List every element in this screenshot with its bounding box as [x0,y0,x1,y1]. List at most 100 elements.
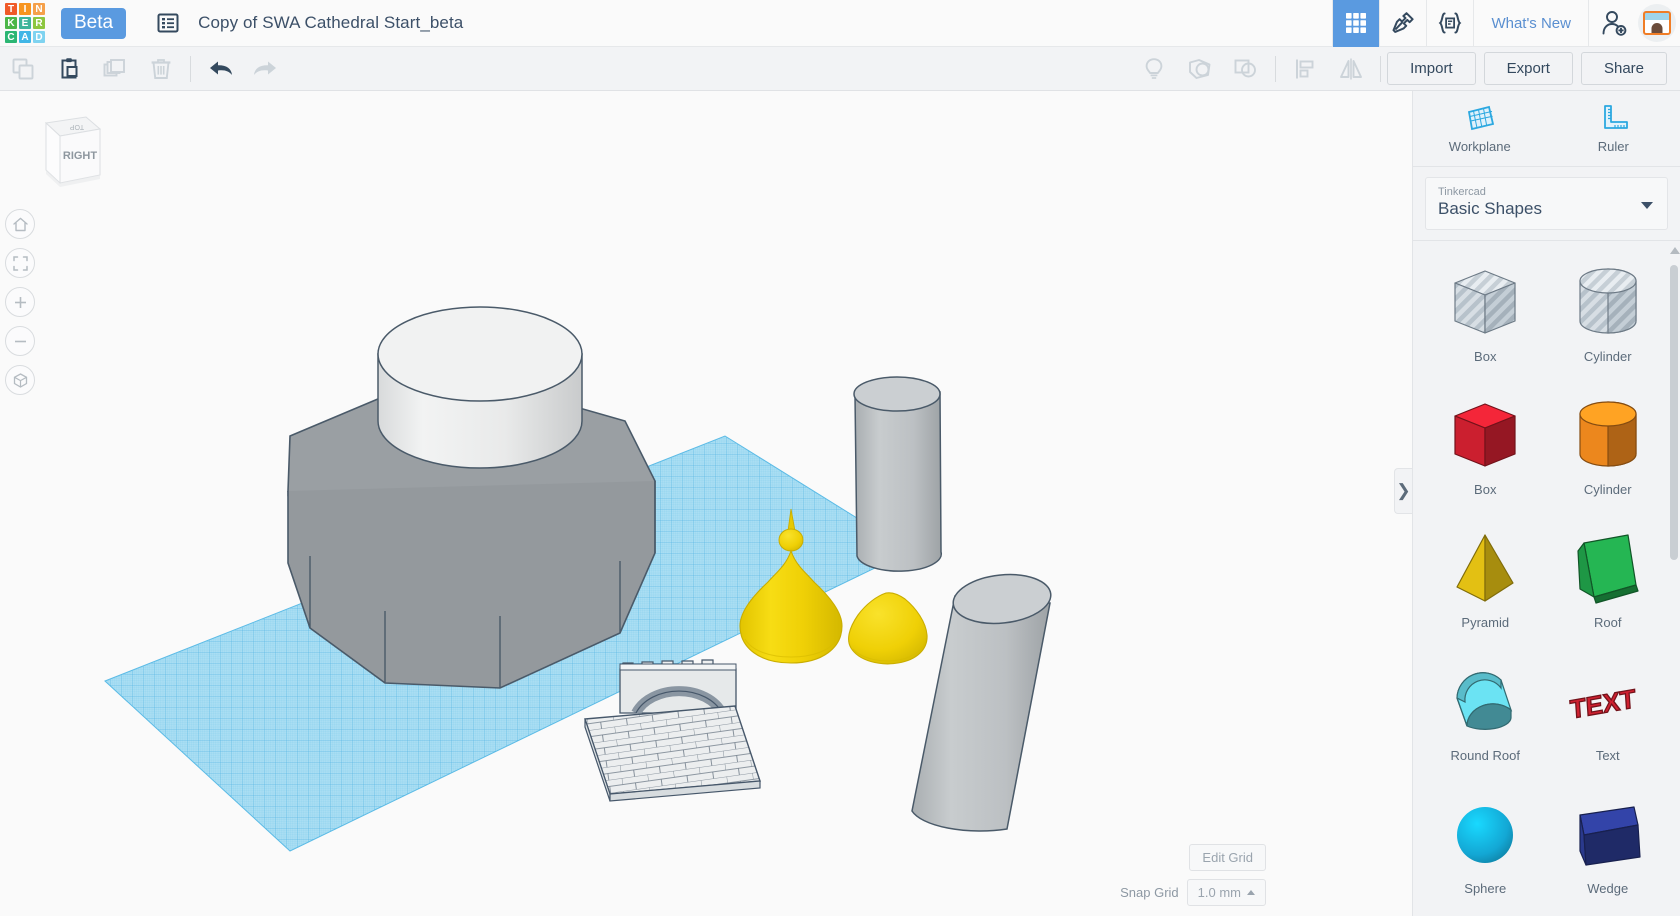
shape-box-red-label: Box [1474,482,1497,497]
light-bulb-icon[interactable] [1131,47,1177,91]
shape-round-roof-label: Round Roof [1450,748,1520,763]
logo-tile-n: N [33,3,45,15]
import-button[interactable]: Import [1387,52,1476,85]
ruler-tool-label: Ruler [1597,139,1629,154]
whats-new-link[interactable]: What's New [1473,0,1588,47]
home-view-button[interactable] [5,209,35,239]
workplane-tool-label: Workplane [1448,139,1511,154]
ungroup-button[interactable] [1223,47,1269,91]
shape-box-hole[interactable]: Box [1427,251,1544,380]
zoom-out-button[interactable] [5,326,35,356]
shape-round-roof[interactable]: Round Roof [1427,650,1544,779]
grey-cylinder-large[interactable] [911,570,1053,832]
shape-wedge-label: Wedge [1587,881,1629,896]
shape-grid[interactable]: Box Cylinder Box Cylinder Pyramid Roof Round R… [1413,240,1680,916]
view-cube-front-label: RIGHT [63,150,98,162]
shape-roof[interactable]: Roof [1550,517,1667,646]
beta-button[interactable]: Beta [61,7,127,39]
shape-wedge-thumb [1579,806,1641,866]
ruler-icon [1604,105,1629,129]
fit-to-view-button[interactable] [5,248,35,278]
design-list-icon[interactable] [156,11,180,35]
logo-tile-r: R [33,17,45,29]
shape-pyramid-label: Pyramid [1461,615,1510,630]
align-button[interactable] [1282,47,1328,91]
panel-collapse-handle[interactable]: ❯ [1394,468,1412,514]
avatar-image [1643,11,1671,35]
shape-pyramid-art [1441,525,1529,613]
shape-cylinder-hole-thumb [1579,268,1637,334]
tinkercad-logo[interactable]: TIN KER CAD [3,1,47,45]
shape-cylinder-hole-label: Cylinder [1583,349,1632,364]
avatar[interactable] [1638,4,1676,42]
top-bar: TIN KER CAD Beta Copy of SWA Cathedral Sta… [0,0,1680,47]
redo-button[interactable] [243,47,289,91]
ruler-tool[interactable]: Ruler [1547,91,1680,166]
chevron-down-icon [1641,201,1653,209]
edit-toolbar: Import Export Share [0,47,1680,91]
workplane-icon [1467,105,1494,131]
workplane-tool[interactable]: Workplane [1413,91,1547,166]
snap-grid-select[interactable]: 1.0 mm [1186,879,1266,906]
hammer-icon[interactable] [1379,0,1426,47]
add-person-icon[interactable] [1588,0,1638,47]
logo-tile-e: E [19,17,31,29]
shape-sphere[interactable]: Sphere [1427,783,1544,912]
shape-box-red-thumb [1454,403,1516,467]
zoom-in-button[interactable] [5,287,35,317]
mirror-button[interactable] [1328,47,1374,91]
shape-text[interactable]: TEXT Text [1550,650,1667,779]
shape-pyramid-thumb [1456,534,1514,602]
shape-roof-label: Roof [1594,615,1622,630]
chevron-up-icon [1247,890,1255,895]
export-button[interactable]: Export [1483,52,1573,85]
trash-icon[interactable] [138,47,184,91]
library-selector-wrap: Tinkercad Basic Shapes [1413,167,1680,240]
shape-grid-scrollbar[interactable] [1670,247,1680,677]
undo-button[interactable] [197,47,243,91]
perspective-toggle-button[interactable] [5,365,35,395]
shapes-panel: Workplane Ruler Tinkercad Basic Shapes B… [1412,91,1680,916]
paste-button[interactable] [46,47,92,91]
shape-cylinder-hole[interactable]: Cylinder [1550,251,1667,380]
snap-grid-value: 1.0 mm [1197,885,1241,900]
grey-cylinder-tall[interactable] [853,376,943,572]
edit-grid-button[interactable]: Edit Grid [1189,844,1266,871]
shape-sphere-label: Sphere [1464,881,1507,896]
grid-3d-view-icon[interactable] [1332,0,1380,47]
scroll-up-arrow-icon[interactable] [1670,247,1680,254]
library-source-label: Tinkercad [1438,186,1486,198]
group-button[interactable] [1177,47,1223,91]
shape-text-art: TEXT [1564,658,1652,746]
scroll-thumb[interactable] [1670,265,1678,560]
braces-blocks-icon[interactable] [1426,0,1473,47]
duplicate-button[interactable] [92,47,138,91]
shape-box-hole-thumb [1454,270,1516,334]
shape-text-label: Text [1595,748,1620,763]
snap-grid-label: Snap Grid [1120,885,1179,900]
yellow-onion-dome-small[interactable] [848,592,928,665]
shape-box-hole-label: Box [1474,349,1497,364]
shape-roof-art [1564,525,1652,613]
white-cylinder-tower[interactable] [377,306,583,469]
grid-tools: Edit Grid Snap Grid 1.0 mm [1120,844,1266,906]
shape-box-red[interactable]: Box [1427,384,1544,513]
copy-button[interactable] [0,47,46,91]
3d-scene[interactable] [0,91,1318,916]
view-cube-top-label: TOP [70,123,85,130]
top-bar-right-group: What's New [1332,0,1680,47]
shape-cylinder-orange-thumb [1579,401,1637,467]
toolbar-divider [190,55,191,82]
shape-pyramid[interactable]: Pyramid [1427,517,1544,646]
library-selector[interactable]: Tinkercad Basic Shapes [1425,177,1668,230]
library-selected-value: Basic Shapes [1438,199,1542,218]
shape-cylinder-hole-art [1564,259,1652,347]
design-canvas[interactable]: TOP RIGHT Edit Grid Snap Grid 1.0 mm [0,91,1318,916]
view-cube[interactable]: TOP RIGHT [22,113,102,193]
panel-tools: Workplane Ruler [1413,91,1680,167]
toolbar-right-group: Import Export Share [1131,47,1680,91]
snap-grid-row: Snap Grid 1.0 mm [1120,879,1266,906]
shape-cylinder-orange[interactable]: Cylinder [1550,384,1667,513]
share-button[interactable]: Share [1580,52,1667,85]
shape-wedge[interactable]: Wedge [1550,783,1667,912]
